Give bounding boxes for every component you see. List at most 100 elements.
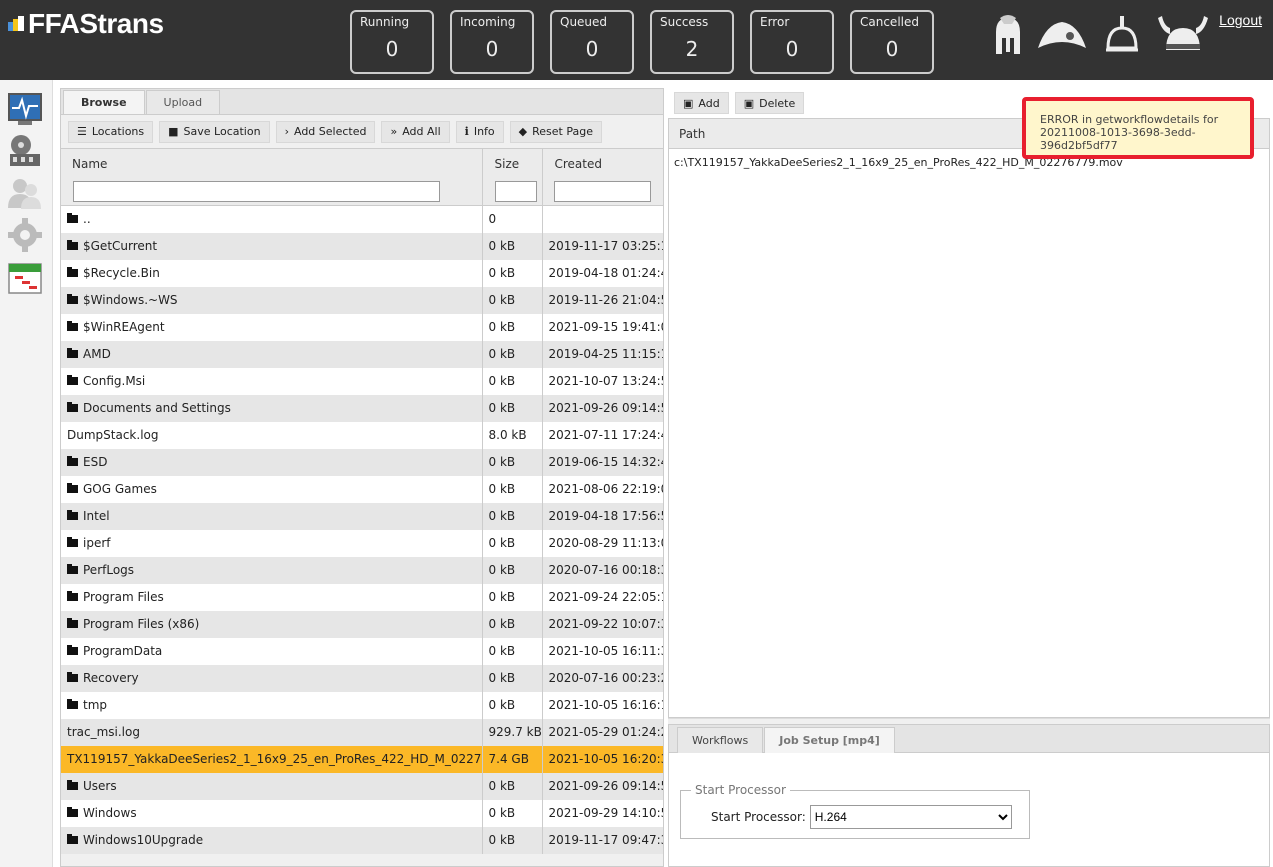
table-row[interactable]: AMD 0 kB2019-04-25 11:15:19 [61,340,664,368]
counter-label: Queued [560,15,608,29]
job-setup-panel: Workflows Job Setup [mp4] Start Processo… [668,724,1270,867]
table-row[interactable]: ESD 0 kB2019-06-15 14:32:47 [61,448,664,476]
table-row[interactable]: trac_msi.log 929.7 kB2021-05-29 01:24:21 [61,718,664,746]
name-filter-input[interactable] [73,181,440,203]
counter-success[interactable]: Success 2 [650,10,734,74]
paths-panel: ▣ Add ▣ Delete Path c:\TX119157_YakkaDee… [668,88,1270,718]
file-name: trac_msi.log [67,725,140,739]
info-button[interactable]: i Info [455,120,504,143]
table-row[interactable]: PerfLogs 0 kB2020-07-16 00:18:39 [61,556,664,584]
table-row[interactable]: $GetCurrent 0 kB2019-11-17 03:25:17 [61,232,664,260]
file-name-cell: $GetCurrent [61,232,483,260]
table-row[interactable]: Intel 0 kB2019-04-18 17:56:51 [61,502,664,530]
logout-link[interactable]: Logout [1219,12,1262,28]
table-row[interactable]: Windows10Upgrade 0 kB2019-11-17 09:47:39 [61,826,664,854]
status-monitor-icon[interactable] [8,92,42,126]
spartan-helmet-icon[interactable] [990,14,1024,56]
file-name-cell: ESD [61,448,483,476]
table-row[interactable]: $Windows.~WS 0 kB2019-11-26 21:04:52 [61,286,664,314]
button-label: Add All [402,125,441,138]
start-processor-select[interactable]: H.264 [809,805,1012,829]
file-name-cell: Recovery [61,664,483,692]
scheduler-calendar-icon[interactable] [8,260,42,294]
file-name: ESD [83,455,108,469]
counter-error[interactable]: Error 0 [750,10,834,74]
locations-button[interactable]: ☰ Locations [68,120,154,143]
users-icon[interactable] [8,176,42,210]
tab-job-setup[interactable]: Job Setup [mp4] [764,727,895,753]
reset-page-button[interactable]: ◆ Reset Page [509,120,602,143]
counter-running[interactable]: Running 0 [350,10,434,74]
file-browser-panel: Browse Upload ☰ Locations ■ Save Locatio… [60,88,664,867]
file-name-cell: $WinREAgent [61,313,483,341]
file-name-cell: Documents and Settings [61,394,483,422]
file-size-cell: 7.4 GB [482,745,543,773]
folder-icon [67,537,78,547]
created-filter-input[interactable] [553,181,651,203]
folder-icon [67,618,78,628]
job-setup-tabs: Workflows Job Setup [mp4] [669,725,1269,753]
file-created-cell: 2021-07-11 17:24:49 [542,421,664,449]
counter-incoming[interactable]: Incoming 0 [450,10,534,74]
column-header-size[interactable]: Size [482,148,543,179]
table-row[interactable]: $Recycle.Bin 0 kB2019-04-18 01:24:44 [61,259,664,287]
file-created-cell: 2019-04-18 17:56:51 [542,502,664,530]
table-row[interactable]: Windows 0 kB2021-09-29 14:10:54 [61,799,664,827]
counter-value: 0 [585,37,599,61]
save-location-button[interactable]: ■ Save Location [159,120,270,143]
table-row[interactable]: Recovery 0 kB2020-07-16 00:23:24 [61,664,664,692]
table-row[interactable]: TX119157_YakkaDeeSeries2_1_16x9_25_en_Pr… [61,745,664,773]
size-filter-input[interactable] [494,181,537,203]
pickelhaube-helmet-icon[interactable] [1104,14,1140,56]
browser-tabs: Browse Upload [61,89,663,115]
file-name: ProgramData [83,644,163,658]
add-path-button[interactable]: ▣ Add [674,92,729,114]
tab-upload[interactable]: Upload [145,90,221,114]
table-row[interactable]: Program Files 0 kB2021-09-24 22:05:12 [61,583,664,611]
start-processor-group: Start Processor Start Processor: H.264 [680,783,1030,839]
file-name-cell: Intel [61,502,483,530]
film-reel-icon[interactable] [8,134,42,168]
table-row[interactable]: Config.Msi 0 kB2021-10-07 13:24:53 [61,367,664,395]
file-size-cell: 0 kB [482,259,543,287]
button-label: Add Selected [293,125,367,138]
viking-helmet-icon[interactable] [1156,14,1210,56]
file-size-cell: 0 kB [482,448,543,476]
list-icon: ☰ [77,125,87,138]
add-all-button[interactable]: » Add All [381,120,450,143]
delete-path-button[interactable]: ▣ Delete [734,92,805,114]
counter-cancelled[interactable]: Cancelled 0 [850,10,934,74]
tab-workflows[interactable]: Workflows [677,727,764,753]
column-header-name[interactable]: Name [61,148,483,179]
table-row[interactable]: Documents and Settings 0 kB 2021-09-26 09:… [61,394,664,422]
table-row[interactable]: DumpStack.log 8.0 kB2021-07-11 17:24:49 [61,421,664,449]
folder-icon [67,510,78,520]
file-created-cell: 2021-09-22 10:07:35 [542,610,664,638]
column-header-created[interactable]: Created [542,148,664,179]
table-row[interactable]: $WinREAgent 0 kB2021-09-15 19:41:06 [61,313,664,341]
add-selected-button[interactable]: › Add Selected [275,120,376,143]
tab-browse[interactable]: Browse [63,90,145,114]
counter-value: 0 [485,37,499,61]
settings-gear-icon[interactable] [8,218,42,252]
counter-value: 2 [685,37,699,61]
file-created-cell: 2019-04-25 11:15:19 [542,340,664,368]
counter-value: 0 [785,37,799,61]
double-chevron-right-icon: » [390,125,398,138]
folder-icon [67,240,78,250]
button-label: Add [698,96,720,110]
table-row[interactable]: Users 0 kB2021-09-26 09:14:50 [61,772,664,800]
table-row[interactable]: .. 0 [61,205,664,233]
counter-queued[interactable]: Queued 0 [550,10,634,74]
table-row[interactable]: Program Files (x86) 0 kB 2021-09-22 10:07:… [61,610,664,638]
folder-icon [67,564,78,574]
error-tooltip: ERROR in getworkflowdetails for 20211008… [1022,97,1254,159]
file-name: .. [83,212,91,227]
file-created-cell: 2021-10-05 16:20:34 [542,745,664,773]
table-row[interactable]: iperf 0 kB2020-08-29 11:13:05 [61,529,664,557]
table-row[interactable]: ProgramData 0 kB2021-10-05 16:11:33 [61,637,664,665]
table-row[interactable]: tmp 0 kB2021-10-05 16:16:18 [61,691,664,719]
table-row[interactable]: GOG Games 0 kB2021-08-06 22:19:09 [61,475,664,503]
file-created-cell: 2021-08-06 22:19:09 [542,475,664,503]
bicorne-hat-icon[interactable] [1036,14,1088,56]
